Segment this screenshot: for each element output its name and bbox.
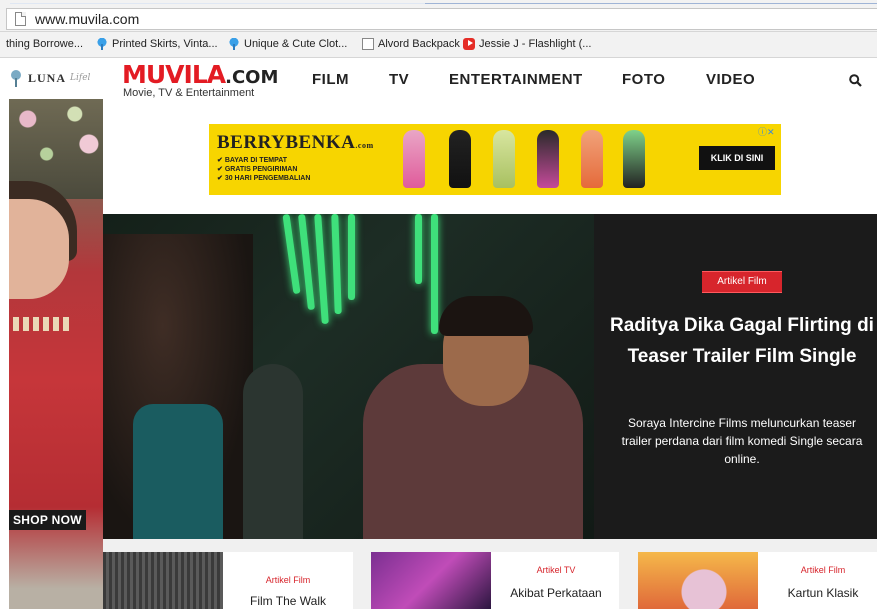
bookmark-item[interactable]: Printed Skirts, Vinta... bbox=[96, 38, 218, 50]
shoe-image bbox=[493, 130, 515, 188]
tree-icon bbox=[96, 38, 108, 50]
shoe-image bbox=[537, 130, 559, 188]
shop-now-button[interactable]: SHOP NOW bbox=[9, 510, 86, 530]
bookmark-item[interactable]: Alvord Backpack bbox=[362, 38, 460, 50]
bookmarks-bar: thing Borrowe... Printed Skirts, Vinta..… bbox=[0, 32, 877, 58]
shoe-image bbox=[449, 130, 471, 188]
article-title: Film The Walk bbox=[249, 594, 326, 608]
banner-perk: ✔ 30 HARI PENGEMBALIAN bbox=[217, 175, 311, 182]
logo-main-text: MUVILA bbox=[122, 60, 226, 89]
banner-brand: BERRYBENKA.com bbox=[217, 132, 374, 154]
bookmark-item[interactable]: Jessie J - Flashlight (... bbox=[463, 38, 591, 50]
page-icon bbox=[15, 12, 26, 26]
hero-description: Soraya Intercine Films meluncurkan tease… bbox=[621, 416, 863, 466]
browser-address-bar: www.muvila.com bbox=[0, 0, 877, 32]
tree-icon bbox=[228, 38, 240, 50]
logo-wordmark: MUVILA.COM bbox=[122, 60, 278, 89]
teal-dress bbox=[133, 404, 223, 539]
banner-perk-text: GRATIS PENGIRIMAN bbox=[224, 166, 298, 173]
hero-image[interactable] bbox=[103, 214, 594, 539]
neon-light bbox=[298, 214, 315, 311]
luna-logo-script: Lifel bbox=[70, 73, 91, 83]
website: LUNA Lifel MUVILA.COM Movie, TV & Entert… bbox=[0, 58, 877, 609]
muvila-logo[interactable]: MUVILA.COM Movie, TV & Entertainment bbox=[122, 60, 278, 100]
shoe-image bbox=[581, 130, 603, 188]
klik-di-sini-button[interactable]: KLIK DI SINI bbox=[699, 146, 775, 170]
youtube-icon bbox=[463, 38, 475, 50]
adchoices-icon[interactable]: ⓘ✕ bbox=[758, 125, 775, 138]
nav-tv[interactable]: TV bbox=[389, 71, 409, 88]
bookmark-item[interactable]: thing Borrowe... bbox=[6, 38, 83, 50]
article-category: Artikel TV bbox=[536, 565, 576, 575]
article-thumbnail bbox=[638, 552, 758, 609]
banner-perk: ✔ GRATIS PENGIRIMAN bbox=[217, 166, 298, 173]
man-hair bbox=[439, 296, 533, 336]
neon-light bbox=[331, 214, 342, 315]
url-text: www.muvila.com bbox=[35, 11, 140, 27]
luna-logo[interactable]: LUNA Lifel bbox=[8, 68, 90, 88]
bookmark-label: thing Borrowe... bbox=[6, 38, 84, 50]
background-figure bbox=[243, 364, 303, 539]
luna-logo-text: LUNA bbox=[28, 70, 67, 85]
article-category: Artikel Film bbox=[800, 565, 846, 575]
flower-icon bbox=[8, 68, 24, 88]
banner-brand-text: BERRYBENKA bbox=[217, 132, 356, 153]
neon-light bbox=[348, 214, 355, 300]
nav-film[interactable]: FILM bbox=[312, 71, 349, 88]
shoe-image bbox=[403, 130, 425, 188]
banner-brand-suffix: .com bbox=[355, 141, 374, 150]
banner-perk-text: BAYAR DI TEMPAT bbox=[224, 157, 288, 164]
logo-suffix: .COM bbox=[225, 67, 279, 88]
page-icon bbox=[362, 38, 374, 50]
search-icon[interactable] bbox=[849, 74, 862, 87]
neon-light bbox=[282, 214, 301, 295]
berrybenka-banner[interactable]: BERRYBENKA.com ✔ BAYAR DI TEMPAT ✔ GRATI… bbox=[209, 124, 781, 195]
article-card[interactable]: Artikel TV Akibat Perkataan bbox=[371, 552, 619, 609]
hero-title[interactable]: Raditya Dika Gagal Flirting di Teaser Tr… bbox=[610, 310, 874, 372]
article-title: Kartun Klasik bbox=[787, 586, 859, 600]
banner-perk-text: 30 HARI PENGEMBALIAN bbox=[224, 175, 311, 182]
model-face bbox=[9, 199, 69, 299]
tab-strip-line-active bbox=[425, 3, 877, 4]
article-thumbnail bbox=[103, 552, 223, 609]
neon-light bbox=[415, 214, 422, 284]
bookmark-item[interactable]: Unique & Cute Clot... bbox=[228, 38, 347, 50]
hero-category-badge[interactable]: Artikel Film bbox=[702, 271, 782, 293]
logo-tagline: Movie, TV & Entertainment bbox=[123, 87, 255, 99]
url-input[interactable]: www.muvila.com bbox=[6, 8, 877, 30]
bookmark-label: Jessie J - Flashlight (... bbox=[479, 38, 592, 50]
article-card[interactable]: Artikel Film Kartun Klasik bbox=[638, 552, 877, 609]
article-title: Akibat Perkataan bbox=[510, 586, 602, 600]
banner-perk: ✔ BAYAR DI TEMPAT bbox=[217, 157, 288, 164]
shoe-image bbox=[623, 130, 645, 188]
bookmark-label: Unique & Cute Clot... bbox=[244, 38, 348, 50]
nav-video[interactable]: VIDEO bbox=[706, 71, 755, 88]
article-cards: Artikel Film Film The Walk Artikel TV Ak… bbox=[103, 539, 877, 609]
bookmark-label: Alvord Backpack bbox=[378, 38, 460, 50]
nav-foto[interactable]: FOTO bbox=[622, 71, 665, 88]
hero-panel: Artikel Film Raditya Dika Gagal Flirting… bbox=[594, 214, 877, 539]
model-necklace bbox=[13, 317, 73, 331]
neon-light bbox=[314, 214, 329, 325]
neon-light bbox=[431, 214, 438, 334]
side-ad-image[interactable] bbox=[9, 99, 103, 609]
nav-entertainment[interactable]: ENTERTAINMENT bbox=[449, 71, 583, 88]
bookmark-label: Printed Skirts, Vinta... bbox=[112, 38, 218, 50]
article-thumbnail bbox=[371, 552, 491, 609]
article-category: Artikel Film bbox=[265, 575, 311, 585]
article-card[interactable]: Artikel Film Film The Walk bbox=[103, 552, 353, 609]
